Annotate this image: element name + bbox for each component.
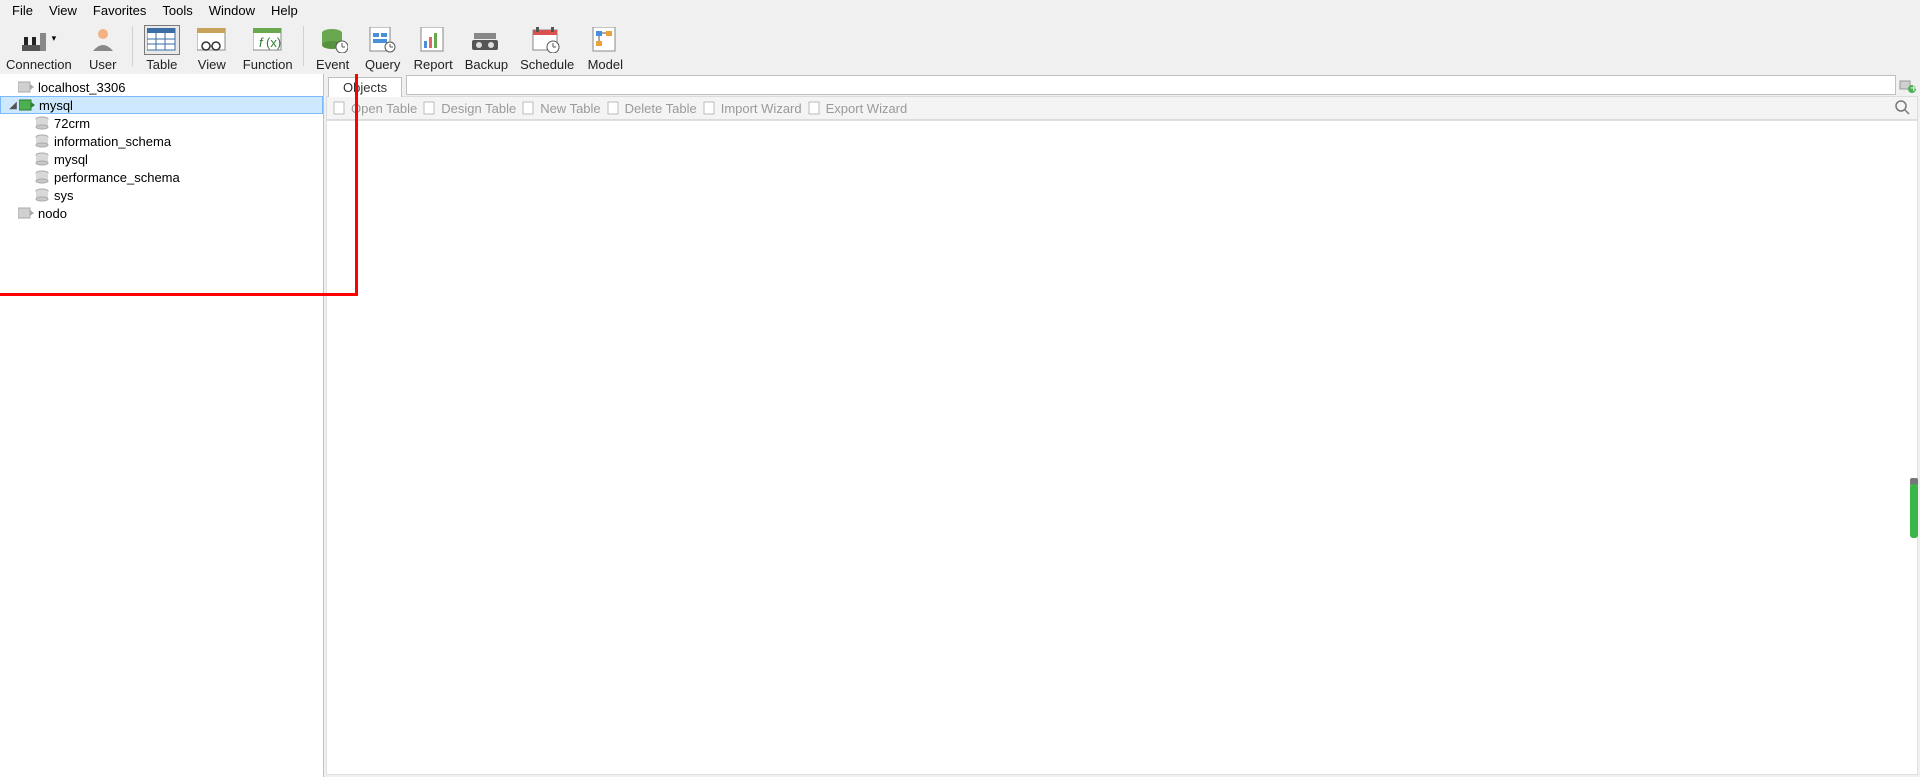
- tree-node-mysql-conn[interactable]: ◢ mysql: [0, 96, 323, 114]
- toolbar-separator: [132, 26, 133, 66]
- database-icon: [34, 170, 50, 184]
- add-connection-button[interactable]: [1898, 76, 1918, 96]
- export-wizard-button[interactable]: Export Wizard: [808, 101, 908, 116]
- main-toolbar: ▾ Connection User Table View Function Ev…: [0, 20, 1920, 74]
- toolbar-report-label: Report: [414, 57, 453, 72]
- toolbar-model[interactable]: Model: [580, 20, 630, 72]
- query-icon: [368, 27, 398, 53]
- delete-table-label: Delete Table: [625, 101, 697, 116]
- search-button[interactable]: [1895, 100, 1911, 116]
- path-bar[interactable]: [406, 75, 1896, 95]
- connection-off-icon: [18, 80, 34, 94]
- tab-objects[interactable]: Objects: [328, 77, 402, 97]
- function-icon: [253, 28, 283, 52]
- toolbar-separator: [303, 26, 304, 66]
- tree-node-label: sys: [54, 188, 74, 203]
- tree-node-nodo[interactable]: nodo: [0, 204, 323, 222]
- menu-view[interactable]: View: [41, 1, 85, 20]
- toolbar-backup[interactable]: Backup: [459, 20, 514, 72]
- toolbar-connection-label: Connection: [6, 57, 72, 72]
- database-icon: [34, 188, 50, 202]
- menu-tools[interactable]: Tools: [154, 1, 200, 20]
- tree-node-sys[interactable]: sys: [0, 186, 323, 204]
- tree-node-localhost[interactable]: localhost_3306: [0, 78, 323, 96]
- tree-node-label: information_schema: [54, 134, 171, 149]
- tree-node-label: mysql: [39, 98, 73, 113]
- backup-icon: [472, 28, 500, 52]
- menu-window[interactable]: Window: [201, 1, 263, 20]
- tree-node-label: performance_schema: [54, 170, 180, 185]
- schedule-icon: [532, 27, 562, 53]
- tab-bar: Objects: [324, 74, 1920, 96]
- toolbar-schedule[interactable]: Schedule: [514, 20, 580, 72]
- database-icon: [34, 134, 50, 148]
- connection-off-icon: [18, 206, 34, 220]
- report-icon: [419, 27, 447, 53]
- plug-icon: [22, 27, 50, 53]
- export-wizard-icon: [808, 101, 822, 115]
- chevron-down-icon: ▾: [52, 33, 57, 44]
- tree-node-label: nodo: [38, 206, 67, 221]
- design-table-button[interactable]: Design Table: [423, 101, 516, 116]
- connection-on-icon: [19, 98, 35, 112]
- toolbar-query[interactable]: Query: [358, 20, 408, 72]
- database-icon: [34, 152, 50, 166]
- menu-help[interactable]: Help: [263, 1, 306, 20]
- event-icon: [318, 27, 348, 53]
- delete-table-icon: [607, 101, 621, 115]
- tree-node-label: 72crm: [54, 116, 90, 131]
- tree-node-label: mysql: [54, 152, 88, 167]
- new-table-icon: [522, 101, 536, 115]
- tree-node-information-schema[interactable]: information_schema: [0, 132, 323, 150]
- database-icon: [34, 116, 50, 130]
- view-icon: [197, 28, 227, 52]
- model-icon: [591, 27, 619, 53]
- open-table-label: Open Table: [351, 101, 417, 116]
- toolbar-backup-label: Backup: [465, 57, 508, 72]
- menu-favorites[interactable]: Favorites: [85, 1, 154, 20]
- toolbar-connection[interactable]: ▾ Connection: [0, 20, 78, 72]
- toolbar-view-label: View: [198, 57, 226, 72]
- toolbar-table-label: Table: [146, 57, 177, 72]
- toolbar-report[interactable]: Report: [408, 20, 459, 72]
- import-wizard-button[interactable]: Import Wizard: [703, 101, 802, 116]
- new-table-button[interactable]: New Table: [522, 101, 600, 116]
- toolbar-event[interactable]: Event: [308, 20, 358, 72]
- delete-table-button[interactable]: Delete Table: [607, 101, 697, 116]
- toolbar-event-label: Event: [316, 57, 349, 72]
- objects-canvas[interactable]: [326, 120, 1918, 775]
- toolbar-query-label: Query: [365, 57, 400, 72]
- import-wizard-label: Import Wizard: [721, 101, 802, 116]
- toolbar-model-label: Model: [588, 57, 623, 72]
- toolbar-function[interactable]: Function: [237, 20, 299, 72]
- toolbar-view[interactable]: View: [187, 20, 237, 72]
- open-table-icon: [333, 101, 347, 115]
- toolbar-schedule-label: Schedule: [520, 57, 574, 72]
- scrollbar-thumb[interactable]: [1910, 484, 1918, 538]
- new-table-label: New Table: [540, 101, 600, 116]
- table-icon: [147, 28, 177, 52]
- design-table-label: Design Table: [441, 101, 516, 116]
- tree-node-performance-schema[interactable]: performance_schema: [0, 168, 323, 186]
- connection-tree[interactable]: localhost_3306 ◢ mysql 72crm information…: [0, 74, 324, 777]
- main-panel: Objects Open Table Design Table New Tabl…: [324, 74, 1920, 777]
- menu-bar: File View Favorites Tools Window Help: [0, 0, 1920, 20]
- open-table-button[interactable]: Open Table: [333, 101, 417, 116]
- import-wizard-icon: [703, 101, 717, 115]
- user-icon: [91, 27, 115, 53]
- tree-expander-icon[interactable]: ◢: [7, 100, 19, 111]
- toolbar-function-label: Function: [243, 57, 293, 72]
- add-connection-icon: [1899, 78, 1917, 94]
- search-icon: [1895, 100, 1911, 116]
- toolbar-user-label: User: [89, 57, 116, 72]
- objects-toolbar: Open Table Design Table New Table Delete…: [326, 96, 1918, 120]
- toolbar-table[interactable]: Table: [137, 20, 187, 72]
- menu-file[interactable]: File: [4, 1, 41, 20]
- toolbar-user[interactable]: User: [78, 20, 128, 72]
- tree-node-label: localhost_3306: [38, 80, 125, 95]
- design-table-icon: [423, 101, 437, 115]
- tree-node-mysql-db[interactable]: mysql: [0, 150, 323, 168]
- tree-node-72crm[interactable]: 72crm: [0, 114, 323, 132]
- export-wizard-label: Export Wizard: [826, 101, 908, 116]
